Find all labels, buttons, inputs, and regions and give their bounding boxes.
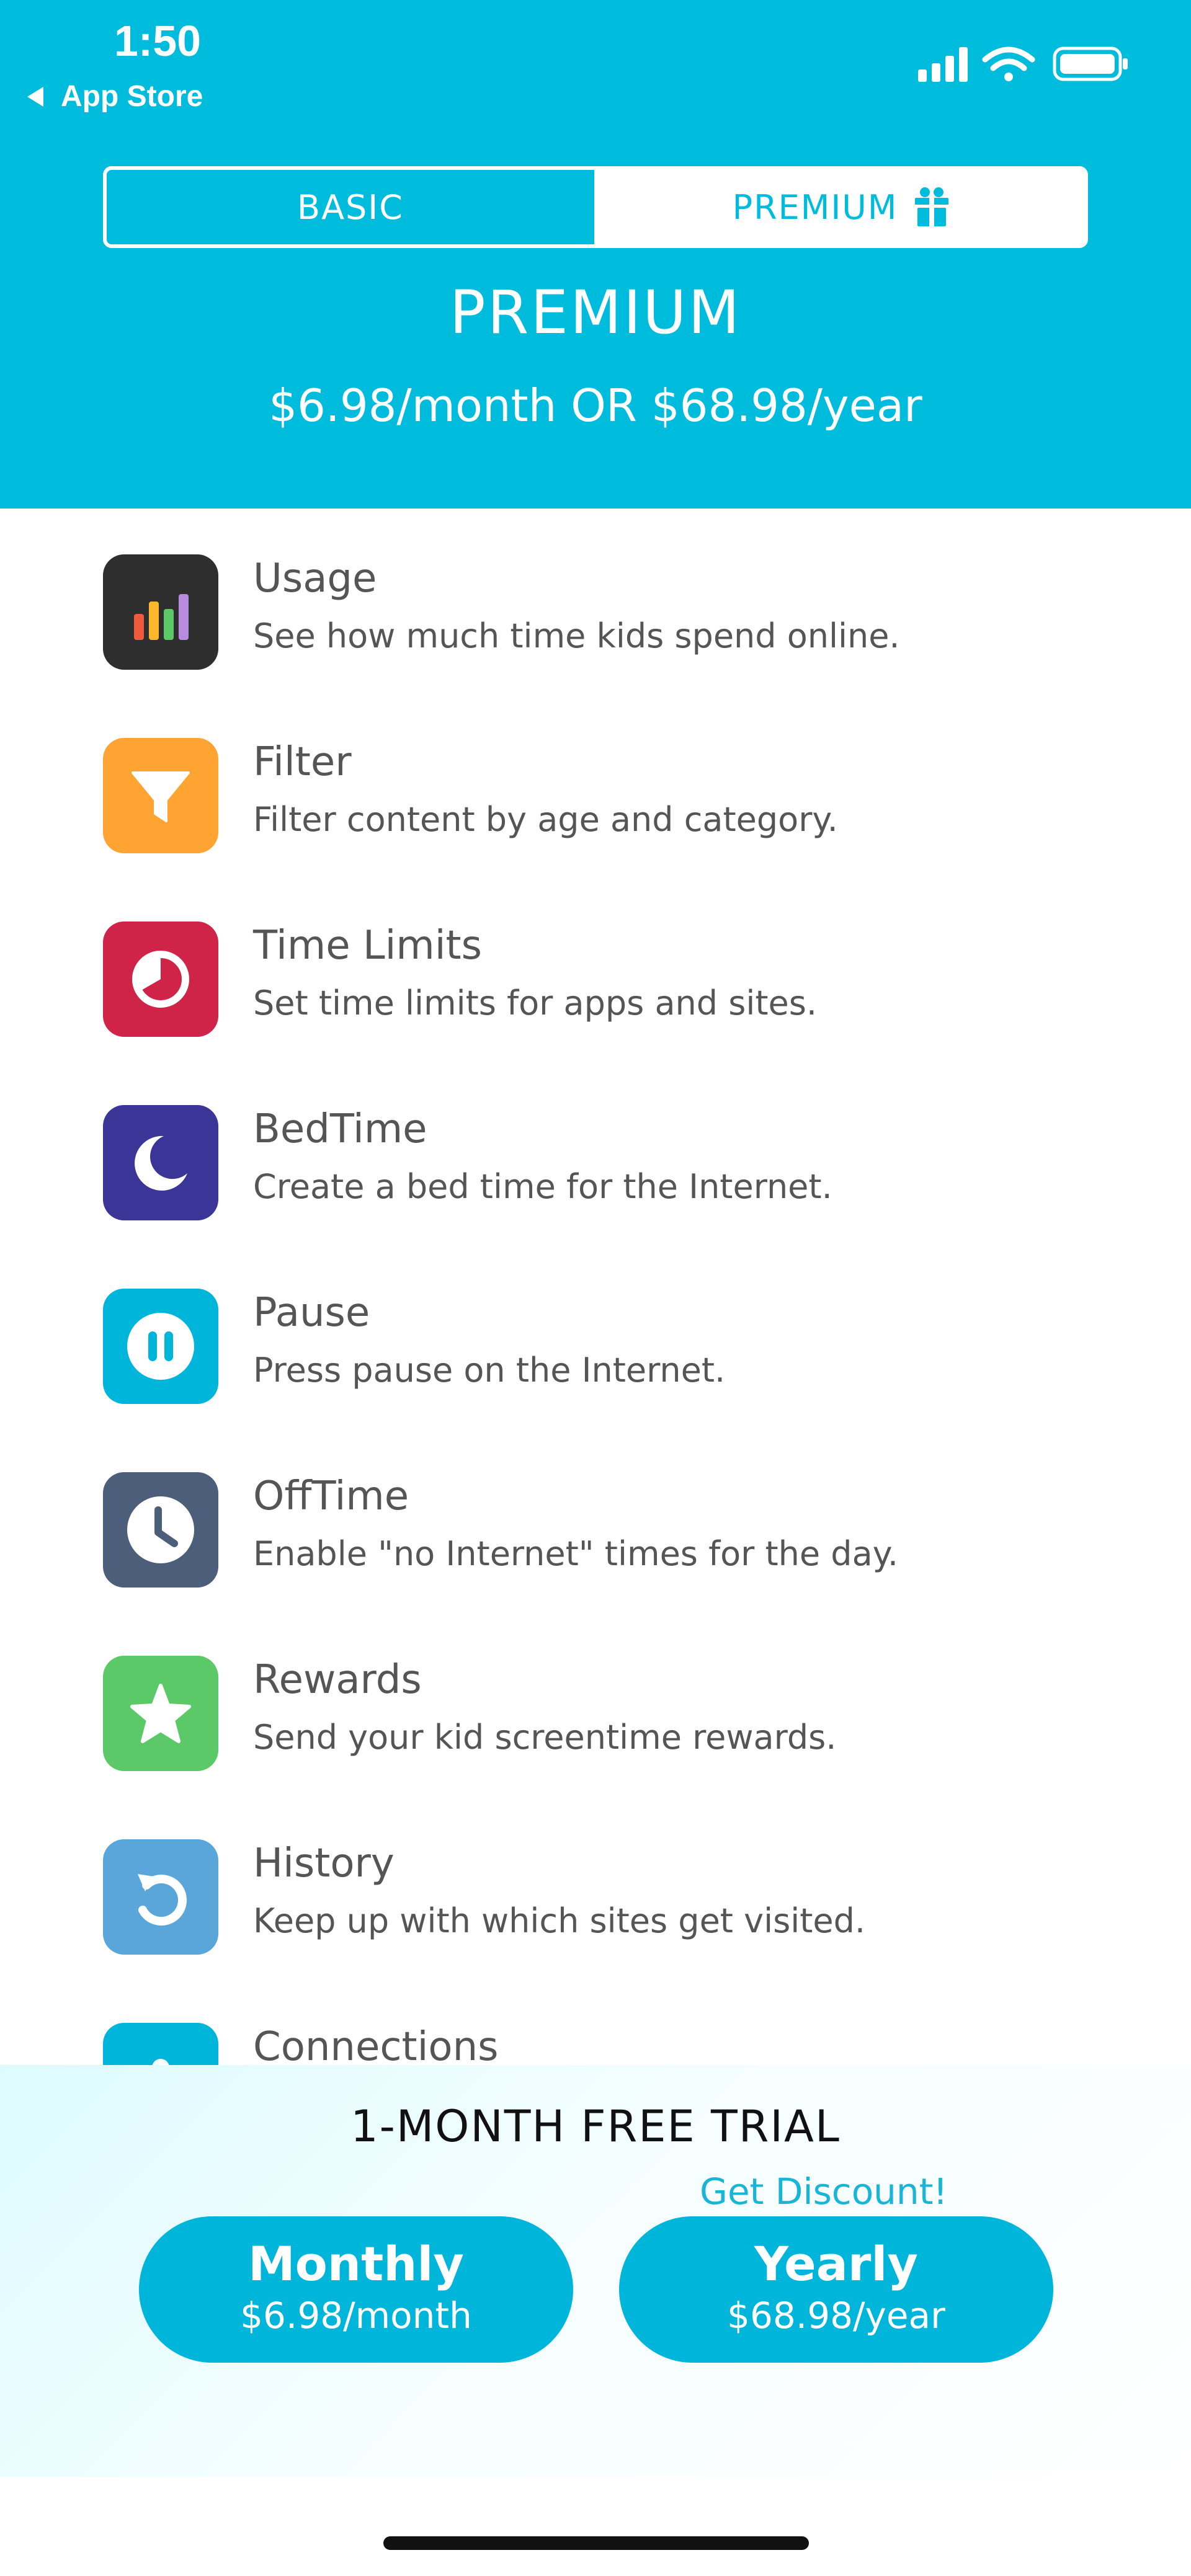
- feature-title: Filter: [253, 739, 352, 785]
- wifi-icon: [982, 47, 1035, 81]
- monthly-button[interactable]: Monthly $6.98/month: [139, 2216, 573, 2363]
- battery-icon: [1053, 47, 1128, 81]
- monthly-price: $6.98/month: [240, 2294, 472, 2337]
- yearly-price: $68.98/year: [727, 2294, 945, 2337]
- feature-desc: Keep up with which sites get visited.: [253, 1901, 866, 1940]
- plan-price: $6.98/month OR $68.98/year: [269, 380, 922, 432]
- feature-title: OffTime: [253, 1473, 409, 1519]
- timer-icon: [103, 922, 218, 1037]
- bar-chart-icon: [103, 554, 218, 670]
- feature-title: Rewards: [253, 1657, 422, 1703]
- get-discount-link[interactable]: Get Discount!: [700, 2170, 948, 2213]
- monthly-label: Monthly: [248, 2236, 464, 2291]
- trial-title: 1-MONTH FREE TRIAL: [350, 2101, 841, 2152]
- clock-icon: [103, 1472, 218, 1588]
- yearly-label: Yearly: [754, 2236, 918, 2291]
- signal-icon: [918, 47, 968, 82]
- feature-desc: Set time limits for apps and sites.: [253, 984, 818, 1023]
- feature-title: History: [253, 1841, 395, 1886]
- feature-time-limits: Time Limits Set time limits for apps and…: [103, 876, 1158, 1037]
- feature-pause: Pause Press pause on the Internet.: [103, 1243, 1158, 1404]
- back-arrow-icon: [27, 86, 43, 107]
- feature-desc: Enable "no Internet" times for the day.: [253, 1534, 899, 1573]
- status-time: 1:50: [114, 17, 202, 65]
- pause-icon: [103, 1289, 218, 1404]
- connections-icon: [103, 2023, 218, 2065]
- feature-desc: Send your kid screentime rewards.: [253, 1718, 837, 1757]
- feature-title: Pause: [253, 1290, 370, 1336]
- tab-premium-label: PREMIUM: [732, 187, 898, 227]
- tab-basic[interactable]: BASIC: [107, 170, 598, 244]
- yearly-button[interactable]: Yearly $68.98/year: [619, 2216, 1053, 2363]
- feature-title: Usage: [253, 556, 377, 602]
- feature-title: Connections: [253, 2024, 499, 2065]
- feature-usage: Usage See how much time kids spend onlin…: [103, 509, 1158, 670]
- feature-connections: Connections: [103, 1977, 1158, 2065]
- back-to-app-store[interactable]: App Store: [27, 79, 203, 113]
- history-icon: [103, 1839, 218, 1955]
- feature-desc: See how much time kids spend online.: [253, 616, 900, 655]
- feature-desc: Filter content by age and category.: [253, 800, 838, 839]
- feature-bedtime: BedTime Create a bed time for the Intern…: [103, 1059, 1158, 1220]
- tab-basic-label: BASIC: [297, 187, 404, 227]
- tab-premium[interactable]: PREMIUM: [598, 170, 1084, 244]
- plan-title: PREMIUM: [449, 278, 742, 347]
- plan-segmented-control: BASIC PREMIUM: [103, 166, 1088, 248]
- feature-rewards: Rewards Send your kid screentime rewards…: [103, 1610, 1158, 1771]
- header: 1:50 App Store BASIC PREMIUM PREMIUM $6.…: [0, 0, 1191, 509]
- gift-icon: [914, 187, 950, 228]
- feature-desc: Press pause on the Internet.: [253, 1351, 726, 1390]
- feature-history: History Keep up with which sites get vis…: [103, 1793, 1158, 1955]
- home-indicator[interactable]: [383, 2536, 809, 2550]
- funnel-icon: [103, 738, 218, 853]
- status-icons: [918, 42, 1129, 86]
- moon-icon: [103, 1105, 218, 1220]
- star-icon: [103, 1656, 218, 1771]
- feature-title: Time Limits: [253, 923, 482, 969]
- feature-list: Usage See how much time kids spend onlin…: [0, 509, 1191, 2065]
- feature-title: BedTime: [253, 1106, 427, 1152]
- feature-desc: Create a bed time for the Internet.: [253, 1167, 832, 1206]
- back-label: App Store: [61, 80, 203, 113]
- feature-offtime: OffTime Enable "no Internet" times for t…: [103, 1426, 1158, 1588]
- feature-filter: Filter Filter content by age and categor…: [103, 692, 1158, 853]
- trial-panel: 1-MONTH FREE TRIAL Get Discount! Monthly…: [0, 2065, 1191, 2477]
